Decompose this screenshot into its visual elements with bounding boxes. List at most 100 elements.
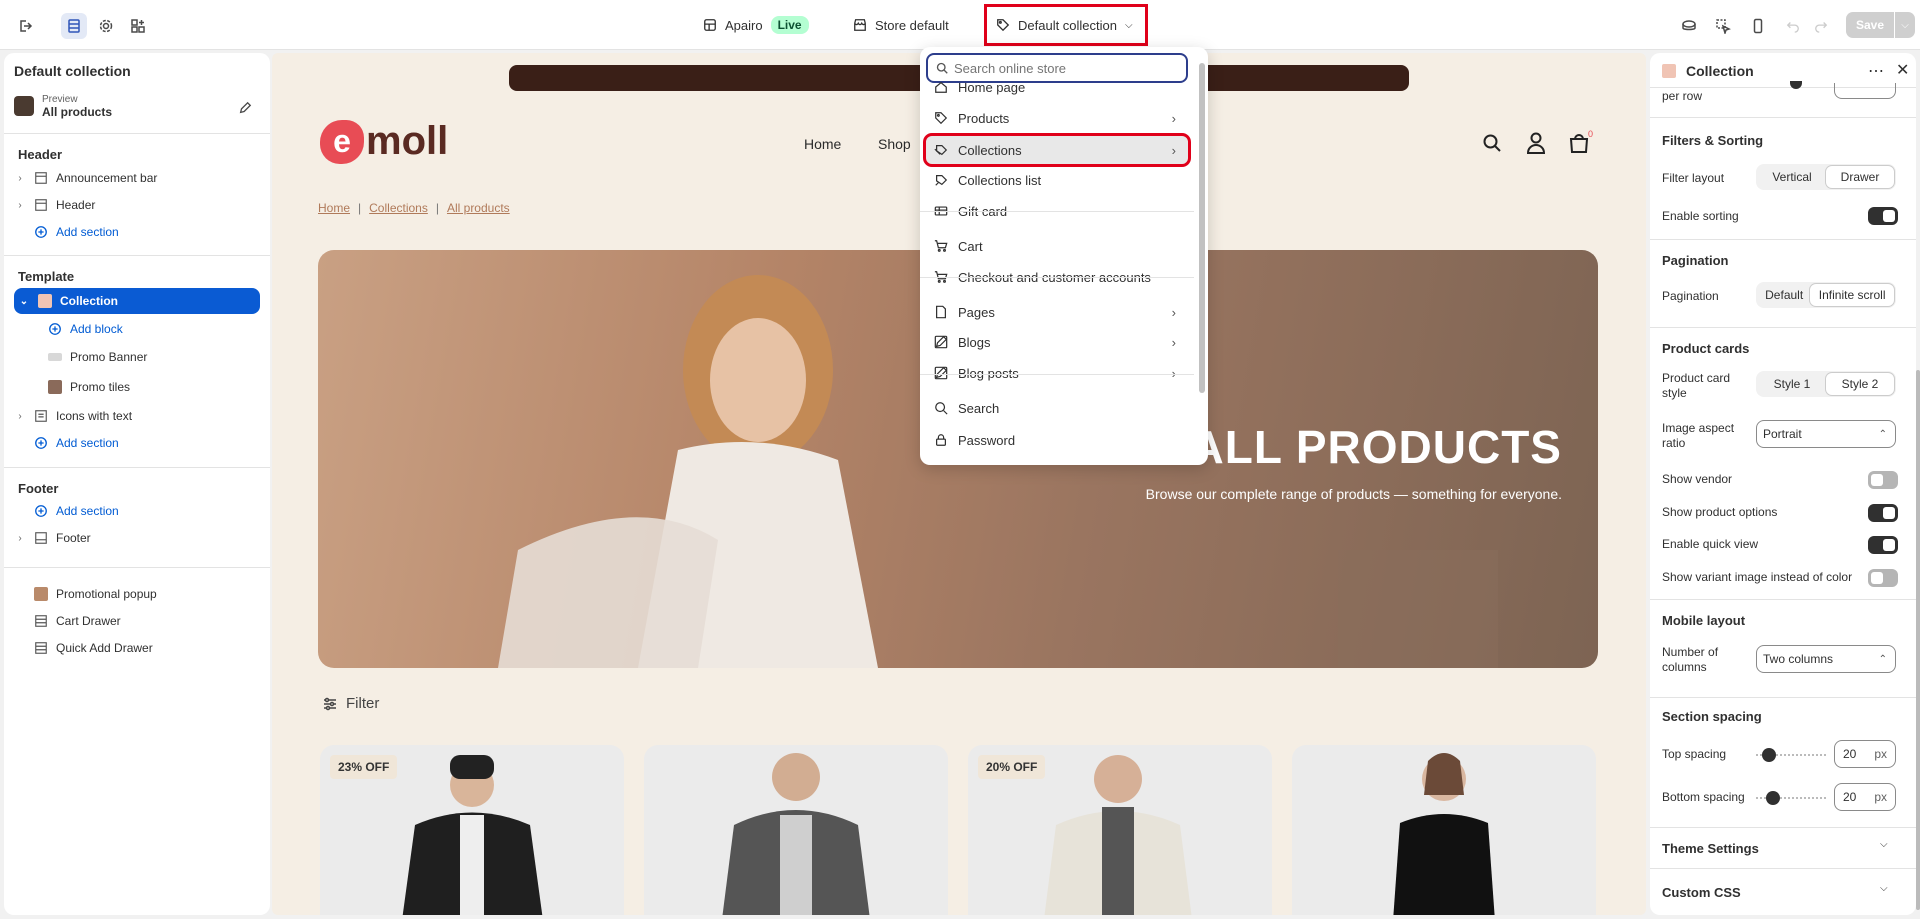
inspector-icon[interactable] — [1676, 13, 1702, 39]
block-thumbnail — [48, 353, 62, 361]
top-spacing-value: 20 — [1843, 747, 1857, 761]
store-selector[interactable]: Apairo Live — [703, 9, 809, 41]
section-header[interactable]: › Header — [14, 194, 95, 216]
home-icon — [934, 80, 948, 94]
product-card[interactable] — [1292, 745, 1596, 915]
add-section-template-button[interactable]: Add section — [34, 432, 119, 454]
custom-css-toggle[interactable]: Custom CSS — [1662, 885, 1741, 900]
quick-view-toggle[interactable] — [1868, 536, 1898, 554]
dropdown-item[interactable]: Home page — [926, 73, 1188, 101]
columns-select[interactable]: Two columns — [1756, 645, 1896, 673]
preview-value: All products — [42, 105, 113, 119]
preview-thumbnail — [14, 96, 34, 116]
option-style-2[interactable]: Style 2 — [1826, 373, 1894, 395]
theme-selector[interactable]: Store default — [853, 9, 949, 41]
top-spacing-input[interactable]: 20 px — [1834, 740, 1896, 768]
option-default[interactable]: Default — [1758, 284, 1810, 306]
breadcrumb-current[interactable]: All products — [447, 201, 510, 215]
slider-knob[interactable] — [1766, 791, 1780, 805]
divider — [920, 374, 1194, 375]
chevron-down-icon[interactable]: ⌵ — [1880, 839, 1888, 850]
chevron-down-icon[interactable]: ⌄ — [18, 296, 30, 307]
breadcrumb-home[interactable]: Home — [318, 201, 350, 215]
per-row-input[interactable] — [1834, 83, 1896, 99]
product-card[interactable]: 23% OFF — [320, 745, 624, 915]
more-actions-icon[interactable]: ⋯ — [1868, 61, 1884, 81]
nav-shop[interactable]: Shop — [878, 136, 911, 152]
scrollbar[interactable] — [1199, 63, 1205, 393]
section-footer[interactable]: › Footer — [14, 527, 90, 549]
store-logo[interactable]: e moll — [320, 119, 448, 164]
show-options-toggle[interactable] — [1868, 504, 1898, 522]
section-announcement-bar[interactable]: › Announcement bar — [14, 167, 157, 189]
show-vendor-toggle[interactable] — [1868, 471, 1898, 489]
breadcrumb-collections[interactable]: Collections — [369, 201, 428, 215]
chevron-down-icon[interactable]: ⌵ — [1880, 883, 1888, 894]
columns-label: Number of columns — [1662, 645, 1719, 674]
option-style-1[interactable]: Style 1 — [1758, 373, 1826, 395]
apps-icon[interactable] — [125, 13, 151, 39]
bottom-spacing-input[interactable]: 20 px — [1834, 783, 1896, 811]
option-vertical[interactable]: Vertical — [1758, 166, 1826, 188]
block-promo-tiles[interactable]: Promo tiles — [48, 376, 130, 398]
dropdown-item[interactable]: Collections list — [926, 166, 1188, 194]
redo-icon[interactable] — [1808, 13, 1834, 39]
add-section-footer-button[interactable]: Add section — [34, 500, 119, 522]
add-section-header-button[interactable]: Add section — [34, 221, 119, 243]
account-icon[interactable] — [1526, 132, 1546, 154]
theme-settings-toggle[interactable]: Theme Settings — [1662, 841, 1759, 856]
overlay-promotional-popup[interactable]: Promotional popup — [34, 583, 157, 605]
save-button[interactable]: Save — [1846, 12, 1894, 38]
mobile-view-icon[interactable] — [1745, 13, 1771, 39]
exit-icon[interactable] — [12, 13, 38, 39]
section-label: Collection — [60, 294, 119, 308]
search-icon[interactable] — [1482, 133, 1502, 153]
dropdown-item[interactable]: Blogs › — [926, 328, 1188, 356]
preview-selector[interactable]: Preview All products — [14, 94, 113, 119]
sections-icon[interactable] — [61, 13, 87, 39]
tag-icon — [996, 18, 1010, 32]
dropdown-item[interactable]: Products › — [926, 104, 1188, 132]
cart-icon[interactable] — [1568, 132, 1590, 154]
dropdown-item[interactable]: Cart — [926, 232, 1188, 260]
bottom-spacing-slider[interactable] — [1756, 791, 1826, 805]
section-collection[interactable]: ⌄ Collection — [14, 288, 260, 314]
footer-heading: Footer — [18, 481, 59, 496]
product-card[interactable]: 20% OFF — [968, 745, 1272, 915]
settings-header: Collection — [1662, 63, 1754, 79]
aspect-ratio-select[interactable]: Portrait — [1756, 420, 1896, 448]
nav-home[interactable]: Home — [804, 136, 841, 152]
dropdown-item[interactable]: Password — [926, 426, 1188, 454]
filter-button[interactable]: Filter — [322, 695, 379, 712]
chevron-right-icon[interactable]: › — [14, 533, 26, 544]
gear-icon[interactable] — [93, 13, 119, 39]
add-block-label: Add block — [70, 322, 123, 336]
product-card[interactable] — [644, 745, 948, 915]
chevron-right-icon[interactable]: › — [14, 411, 26, 422]
dropdown-item[interactable]: Blog posts › — [926, 359, 1188, 387]
select-element-icon[interactable] — [1710, 13, 1736, 39]
block-promo-banner[interactable]: Promo Banner — [48, 346, 147, 368]
option-infinite-scroll[interactable]: Infinite scroll — [1810, 284, 1894, 306]
undo-icon[interactable] — [1780, 13, 1806, 39]
chevron-right-icon[interactable]: › — [14, 200, 26, 211]
top-spacing-slider[interactable] — [1756, 748, 1826, 762]
save-options-button[interactable]: ⌵ — [1895, 12, 1915, 38]
dropdown-item[interactable]: Collections › — [923, 133, 1191, 167]
variant-image-toggle[interactable] — [1868, 569, 1898, 587]
show-vendor-label: Show vendor — [1662, 472, 1733, 486]
overlay-quick-add-drawer[interactable]: Quick Add Drawer — [34, 637, 153, 659]
dropdown-item[interactable]: Pages › — [926, 298, 1188, 326]
close-icon[interactable]: ✕ — [1896, 60, 1909, 80]
pencil-icon[interactable] — [238, 101, 252, 115]
overlay-cart-drawer[interactable]: Cart Drawer — [34, 610, 121, 632]
chevron-right-icon[interactable]: › — [14, 173, 26, 184]
slider-knob[interactable] — [1762, 748, 1776, 762]
dropdown-item[interactable]: Search — [926, 394, 1188, 422]
sorting-toggle[interactable] — [1868, 207, 1898, 225]
template-selector[interactable]: Default collection ⌵ — [984, 4, 1148, 46]
settings-scrollbar[interactable] — [1916, 370, 1920, 910]
option-drawer[interactable]: Drawer — [1826, 166, 1894, 188]
add-block-button[interactable]: Add block — [48, 318, 123, 340]
section-icons-with-text[interactable]: › Icons with text — [14, 405, 132, 427]
